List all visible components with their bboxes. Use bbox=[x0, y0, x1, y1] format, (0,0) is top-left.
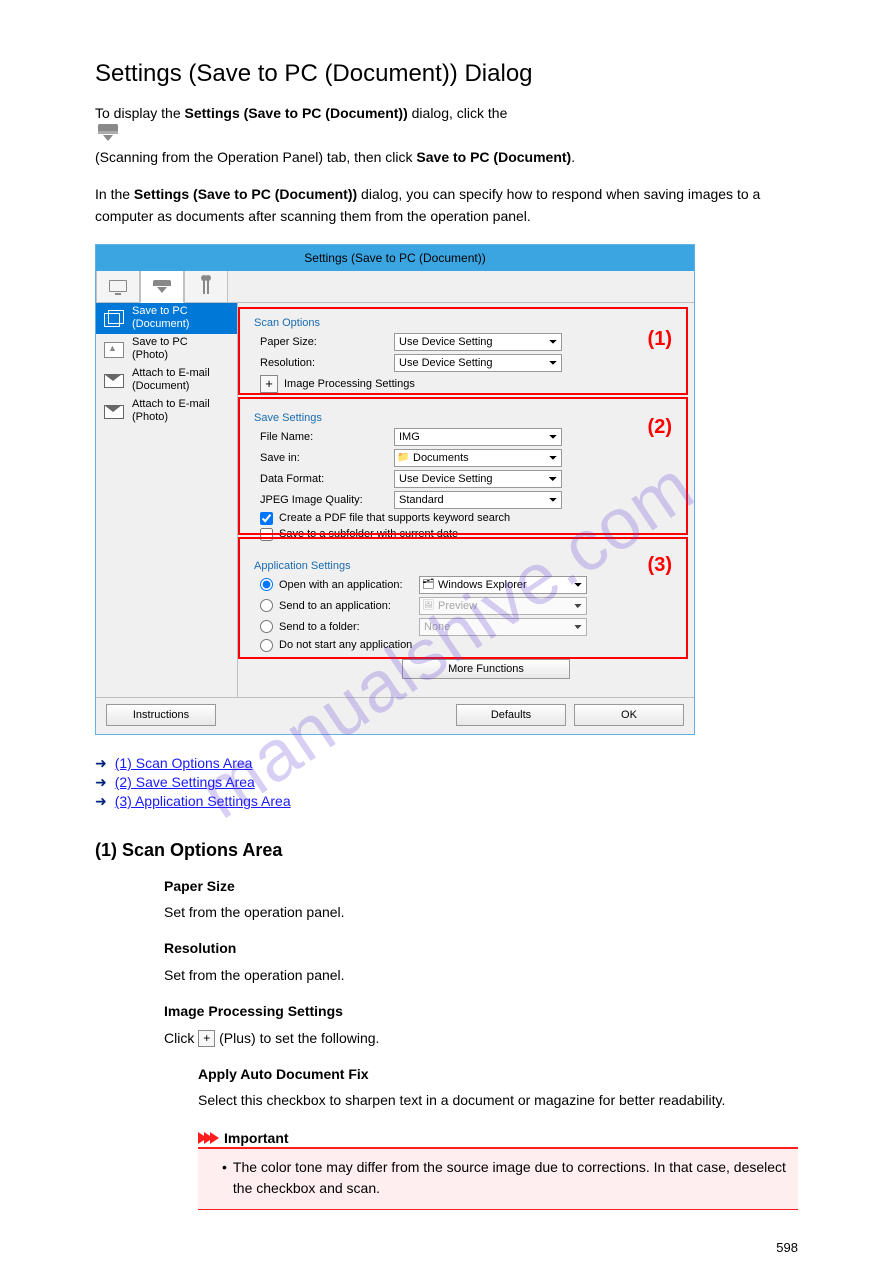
ok-button[interactable]: OK bbox=[574, 704, 684, 726]
scan-options-group: Scan Options Paper Size: Use Device Sett… bbox=[244, 309, 684, 404]
pdf-keyword-checkbox-row[interactable]: Create a PDF file that supports keyword … bbox=[252, 512, 676, 525]
callout-label-2: (2) bbox=[648, 417, 672, 437]
important-callout: Important •The color tone may differ fro… bbox=[198, 1130, 798, 1210]
paper-size-item-title: Paper Size bbox=[164, 875, 798, 897]
document-icon bbox=[104, 310, 124, 326]
dialog-tabbar bbox=[96, 271, 694, 303]
dialog-main-panel: (1) (2) (3) Scan Options Paper Size: Use… bbox=[238, 303, 694, 697]
pdf-keyword-label: Create a PDF file that supports keyword … bbox=[279, 512, 510, 524]
page-number: 598 bbox=[0, 1210, 893, 1275]
plus-icon: + bbox=[198, 1030, 215, 1047]
sidebar-item-attach-email-photo[interactable]: Attach to E-mail(Photo) bbox=[96, 396, 237, 427]
instructions-button[interactable]: Instructions bbox=[106, 704, 216, 726]
dialog-sidebar: Save to PC(Document) Save to PC(Photo) A… bbox=[96, 303, 238, 697]
photo-icon bbox=[104, 341, 124, 357]
save-in-label: Save in: bbox=[252, 452, 394, 464]
scanner-icon bbox=[153, 280, 171, 293]
save-settings-group: Save Settings File Name: IMG Save in: 📁 … bbox=[244, 404, 684, 552]
link-application-settings-area[interactable]: (3) Application Settings Area bbox=[115, 793, 291, 809]
callout-label-3: (3) bbox=[648, 555, 672, 575]
subfolder-checkbox[interactable] bbox=[260, 528, 273, 541]
resolution-item-desc: Set from the operation panel. bbox=[164, 964, 798, 986]
chevron-icon bbox=[198, 1132, 216, 1144]
send-folder-select[interactable]: None bbox=[419, 618, 587, 636]
paper-size-select[interactable]: Use Device Setting bbox=[394, 333, 562, 351]
data-format-label: Data Format: bbox=[252, 473, 394, 485]
dialog-button-row: Instructions Defaults OK bbox=[96, 697, 694, 734]
intro-paragraph-2: In the Settings (Save to PC (Document)) … bbox=[0, 183, 893, 228]
auto-document-fix-title: Apply Auto Document Fix bbox=[164, 1063, 798, 1085]
data-format-select[interactable]: Use Device Setting bbox=[394, 470, 562, 488]
link-save-settings-area[interactable]: (2) Save Settings Area bbox=[115, 774, 255, 790]
image-processing-label: Image Processing Settings bbox=[284, 378, 415, 390]
file-name-select[interactable]: IMG bbox=[394, 428, 562, 446]
page-title: Settings (Save to PC (Document)) Dialog bbox=[0, 60, 893, 88]
paper-size-item-desc: Set from the operation panel. bbox=[164, 901, 798, 923]
intro-paragraph: To display the Settings (Save to PC (Doc… bbox=[0, 102, 893, 169]
pdf-keyword-checkbox[interactable] bbox=[260, 512, 273, 525]
send-app-radio[interactable] bbox=[260, 599, 273, 612]
jpeg-quality-label: JPEG Image Quality: bbox=[252, 494, 394, 506]
arrow-icon: ➜ bbox=[95, 755, 107, 772]
arrow-icon: ➜ bbox=[95, 774, 107, 791]
auto-document-fix-desc: Select this checkbox to sharpen text in … bbox=[164, 1089, 798, 1111]
tab-operation-panel[interactable] bbox=[140, 271, 184, 303]
folder-icon: 📁 bbox=[397, 452, 409, 464]
settings-dialog: Settings (Save to PC (Document)) Save to… bbox=[95, 244, 695, 735]
link-scan-options-area[interactable]: (1) Scan Options Area bbox=[115, 755, 253, 771]
section-1-heading: (1) Scan Options Area bbox=[0, 840, 893, 861]
dont-start-radio[interactable] bbox=[260, 639, 273, 652]
tools-icon bbox=[203, 278, 209, 294]
defaults-button[interactable]: Defaults bbox=[456, 704, 566, 726]
important-label: Important bbox=[224, 1130, 289, 1146]
application-settings-legend: Application Settings bbox=[254, 560, 676, 572]
monitor-icon bbox=[109, 280, 127, 292]
open-with-radio[interactable] bbox=[260, 578, 273, 591]
subfolder-checkbox-row[interactable]: Save to a subfolder with current date bbox=[252, 528, 676, 541]
mail-icon bbox=[104, 372, 124, 388]
mail-icon bbox=[104, 403, 124, 419]
important-body: •The color tone may differ from the sour… bbox=[198, 1149, 798, 1210]
more-functions-button[interactable]: More Functions bbox=[402, 659, 570, 679]
application-settings-group: Application Settings Open with an applic… bbox=[244, 552, 684, 687]
tab-preferences[interactable] bbox=[184, 271, 228, 303]
subfolder-label: Save to a subfolder with current date bbox=[279, 528, 458, 540]
send-folder-label: Send to a folder: bbox=[279, 621, 413, 633]
callout-label-1: (1) bbox=[648, 329, 672, 349]
open-with-label: Open with an application: bbox=[279, 579, 413, 591]
scanner-icon bbox=[97, 124, 119, 146]
save-settings-legend: Save Settings bbox=[254, 412, 676, 424]
scan-options-legend: Scan Options bbox=[254, 317, 676, 329]
sidebar-item-save-pc-photo[interactable]: Save to PC(Photo) bbox=[96, 334, 237, 365]
image-processing-item-desc: Click + (Plus) to set the following. bbox=[164, 1027, 798, 1049]
file-name-label: File Name: bbox=[252, 431, 394, 443]
dont-start-label: Do not start any application bbox=[279, 639, 412, 651]
image-processing-expand-button[interactable]: + bbox=[260, 375, 278, 393]
resolution-item-title: Resolution bbox=[164, 937, 798, 959]
explorer-icon: 🗂 bbox=[422, 579, 434, 591]
resolution-label: Resolution: bbox=[252, 357, 394, 369]
send-app-select[interactable]: Preview bbox=[419, 597, 587, 615]
tab-computer[interactable] bbox=[96, 271, 140, 303]
open-with-select[interactable]: Windows Explorer bbox=[419, 576, 587, 594]
image-processing-item-title: Image Processing Settings bbox=[164, 1000, 798, 1022]
arrow-icon: ➜ bbox=[95, 793, 107, 810]
sidebar-item-save-pc-document[interactable]: Save to PC(Document) bbox=[96, 303, 237, 334]
dialog-titlebar: Settings (Save to PC (Document)) bbox=[96, 245, 694, 271]
send-folder-radio[interactable] bbox=[260, 620, 273, 633]
section-links: ➜ (1) Scan Options Area ➜ (2) Save Setti… bbox=[0, 747, 893, 810]
save-in-select[interactable]: Documents bbox=[394, 449, 562, 467]
resolution-select[interactable]: Use Device Setting bbox=[394, 354, 562, 372]
send-app-label: Send to an application: bbox=[279, 600, 413, 612]
jpeg-quality-select[interactable]: Standard bbox=[394, 491, 562, 509]
paper-size-label: Paper Size: bbox=[252, 336, 394, 348]
sidebar-item-attach-email-document[interactable]: Attach to E-mail(Document) bbox=[96, 365, 237, 396]
